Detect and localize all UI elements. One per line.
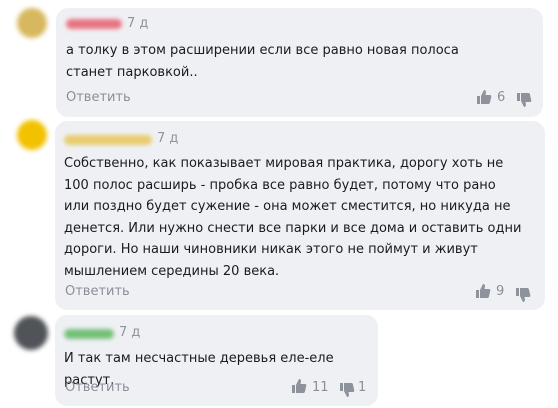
- avatar[interactable]: [17, 120, 47, 150]
- avatar[interactable]: [14, 316, 48, 350]
- thumb-down-icon[interactable]: [515, 287, 531, 303]
- author-name[interactable]: [66, 19, 122, 29]
- comment-bubble: 7 д И так там несчастные деревья еле-еле…: [55, 315, 378, 406]
- thumb-down-icon[interactable]: [339, 382, 355, 398]
- comment-bubble: 7 д Собственно, как показывает мировая п…: [55, 121, 545, 310]
- author-name[interactable]: [64, 135, 152, 145]
- comment-item: 7 д Собственно, как показывает мировая п…: [0, 118, 558, 310]
- like-count: 6: [497, 90, 506, 105]
- like-count: 9: [496, 284, 505, 299]
- comment-text: а толку в этом расширении если все равно…: [66, 43, 459, 80]
- reply-button[interactable]: Ответить: [65, 380, 130, 395]
- thumb-up-icon[interactable]: [476, 89, 492, 105]
- comment-time: 7 д: [119, 325, 141, 340]
- comment-bubble: 7 д а толку в этом расширении если все р…: [56, 8, 543, 117]
- author-name[interactable]: [64, 329, 114, 339]
- comment-time: 7 д: [157, 131, 179, 146]
- like-count: 11: [312, 380, 329, 395]
- comment-item: 7 д И так там несчастные деревья еле-еле…: [0, 312, 558, 408]
- thumb-up-icon[interactable]: [291, 378, 307, 394]
- reply-button[interactable]: Ответить: [65, 284, 130, 299]
- comment-text: Собственно, как показывает мировая практ…: [64, 156, 522, 279]
- thumb-down-icon[interactable]: [516, 92, 532, 108]
- thumb-up-icon[interactable]: [475, 283, 491, 299]
- comment-time: 7 д: [127, 16, 149, 31]
- comment-item: 7 д а толку в этом расширении если все р…: [0, 0, 558, 118]
- reply-button[interactable]: Ответить: [66, 90, 131, 105]
- avatar[interactable]: [17, 8, 47, 38]
- dislike-count: 1: [358, 380, 367, 395]
